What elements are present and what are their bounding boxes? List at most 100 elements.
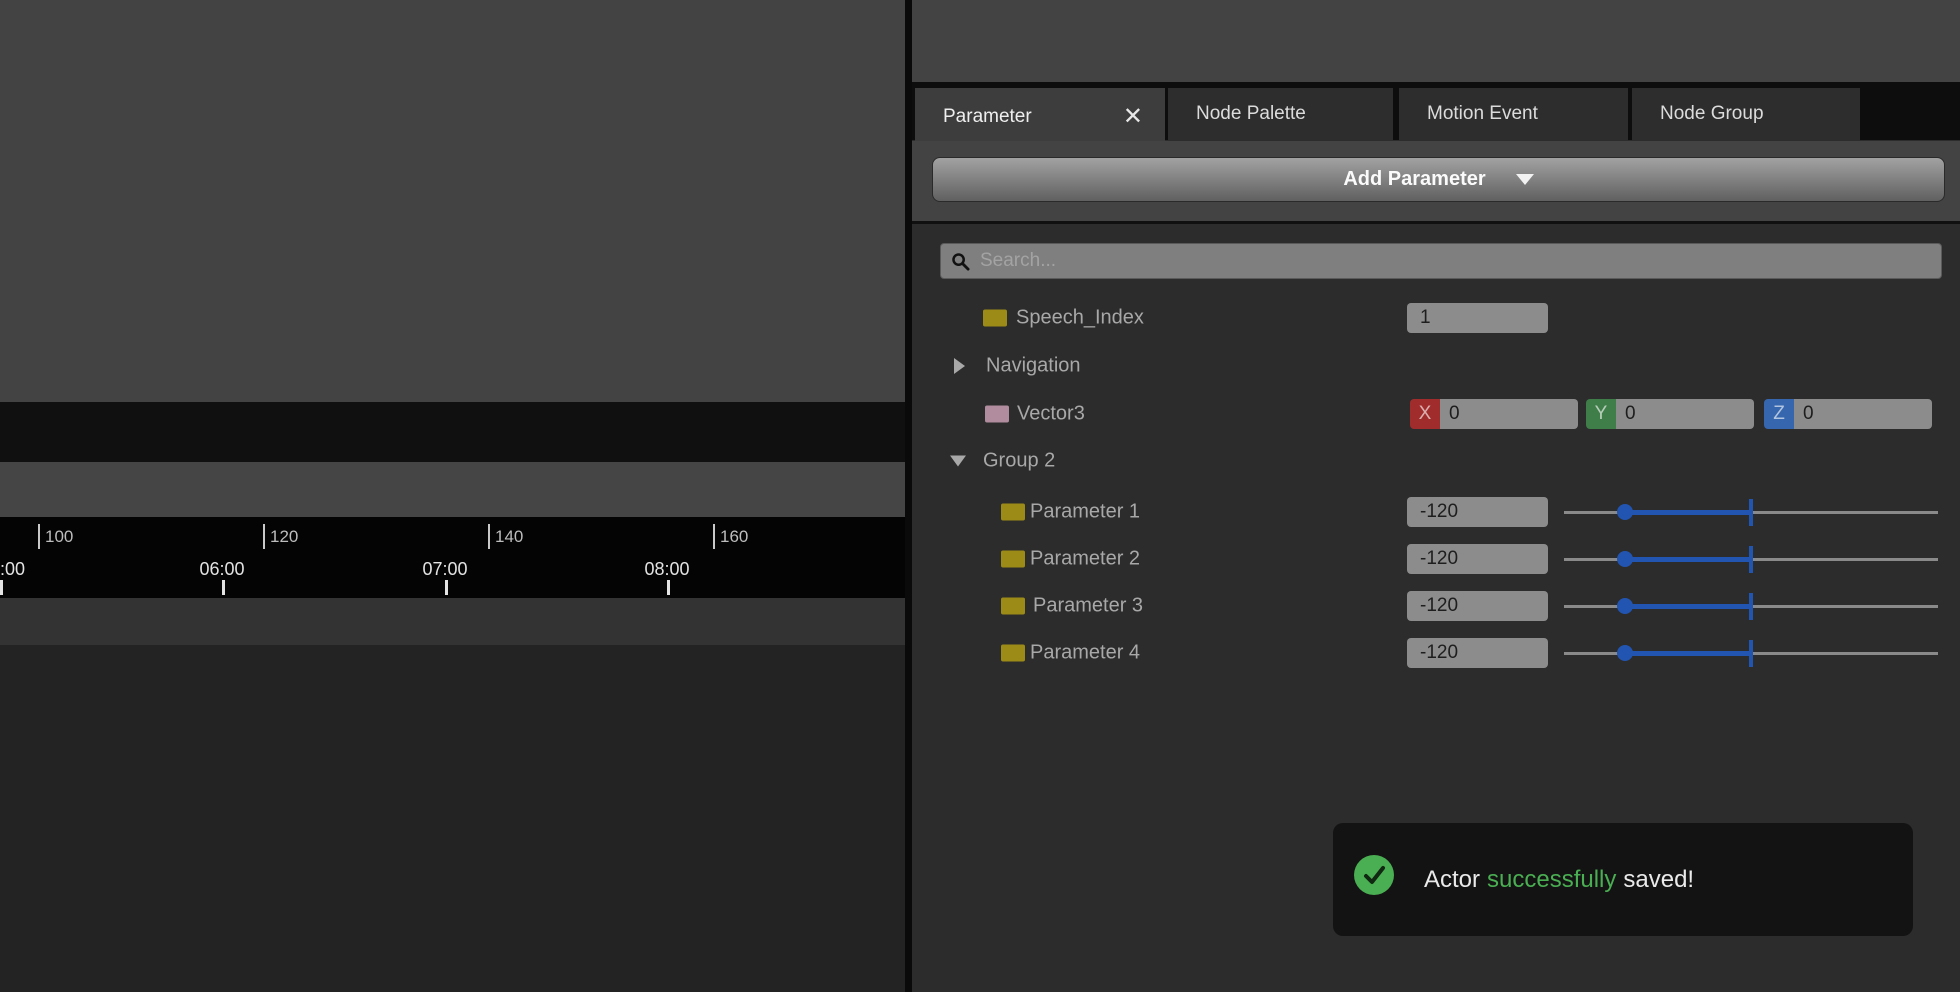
frame-tick-label: 120 bbox=[270, 528, 298, 545]
toolbar: Add Parameter bbox=[912, 141, 1960, 224]
parameter-label: Vector3 bbox=[1017, 403, 1085, 426]
parameter-label: Parameter 2 bbox=[1030, 548, 1140, 571]
tick-line bbox=[713, 524, 715, 549]
time-tick bbox=[445, 580, 448, 595]
axis-z-badge: Z bbox=[1764, 399, 1794, 429]
time-tick bbox=[0, 580, 3, 595]
tab-motion-event[interactable]: Motion Event bbox=[1399, 88, 1628, 140]
close-icon[interactable]: ✕ bbox=[1123, 105, 1143, 129]
slider-fill bbox=[1625, 651, 1751, 656]
tick-line bbox=[38, 524, 40, 549]
color-swatch bbox=[983, 310, 1007, 327]
triangle-down-icon[interactable] bbox=[950, 456, 966, 467]
group-label[interactable]: Navigation bbox=[986, 355, 1081, 378]
axis-y-field[interactable]: 0 bbox=[1616, 399, 1754, 429]
triangle-right-icon[interactable] bbox=[954, 358, 965, 374]
parameter-row: Parameter 2 -120 bbox=[912, 544, 1960, 574]
group-row: Navigation bbox=[912, 351, 1960, 381]
search-bar bbox=[940, 243, 1942, 279]
parameter-row: Parameter 4 -120 bbox=[912, 638, 1960, 668]
viewport-top-region bbox=[0, 0, 905, 402]
tick-line bbox=[263, 524, 265, 549]
value-field[interactable]: -120 bbox=[1407, 497, 1548, 527]
frame-tick-label: 100 bbox=[45, 528, 73, 545]
group-label[interactable]: Group 2 bbox=[983, 450, 1055, 473]
tab-label: Node Group bbox=[1660, 103, 1764, 125]
axis-z-field[interactable]: 0 bbox=[1794, 399, 1932, 429]
vector-axis-z: Z 0 bbox=[1764, 399, 1932, 429]
toast-suffix: saved! bbox=[1623, 866, 1694, 894]
tab-label: Parameter bbox=[943, 106, 1032, 128]
slider-default-marker bbox=[1749, 640, 1753, 667]
tab-bar: Parameter ✕ Node Palette Motion Event No… bbox=[912, 82, 1960, 140]
vector-axis-y: Y 0 bbox=[1586, 399, 1754, 429]
parameter-row: Parameter 1 -120 bbox=[912, 497, 1960, 527]
frame-tick-label: 140 bbox=[495, 528, 523, 545]
time-label: 07:00 bbox=[422, 560, 467, 578]
value-field[interactable]: -120 bbox=[1407, 638, 1548, 668]
tab-node-group[interactable]: Node Group bbox=[1632, 88, 1860, 140]
tab-parameter[interactable]: Parameter ✕ bbox=[915, 88, 1165, 146]
slider-handle[interactable] bbox=[1617, 504, 1633, 520]
parameter-row: Vector3 X 0 Y 0 Z 0 bbox=[912, 399, 1960, 429]
tab-label: Node Palette bbox=[1196, 103, 1306, 125]
vector-axis-x: X 0 bbox=[1410, 399, 1578, 429]
add-parameter-button[interactable]: Add Parameter bbox=[932, 157, 1945, 202]
toast-message: Actor successfully saved! bbox=[1424, 823, 1694, 936]
time-tick bbox=[667, 580, 670, 595]
parameter-slider[interactable] bbox=[1564, 497, 1938, 527]
success-check-icon bbox=[1354, 855, 1394, 895]
time-label: :00 bbox=[0, 560, 25, 578]
parameter-label: Parameter 4 bbox=[1030, 642, 1140, 665]
time-label: 06:00 bbox=[199, 560, 244, 578]
frame-tick: 100 bbox=[38, 523, 73, 549]
frame-tick-label: 160 bbox=[720, 528, 748, 545]
axis-y-badge: Y bbox=[1586, 399, 1616, 429]
panel-divider[interactable] bbox=[905, 0, 912, 992]
timeline-bottom-region bbox=[0, 645, 905, 992]
panel-body: Speech_Index 1 Navigation Vector3 X 0 Y … bbox=[912, 224, 1960, 992]
parameter-label: Parameter 3 bbox=[1033, 595, 1143, 618]
slider-default-marker bbox=[1749, 546, 1753, 573]
slider-handle[interactable] bbox=[1617, 598, 1633, 614]
value-field[interactable]: 1 bbox=[1407, 303, 1548, 333]
timeline-ruler[interactable]: 100 120 140 160 :00 06:00 07:00 08:00 bbox=[0, 517, 905, 598]
value-field[interactable]: -120 bbox=[1407, 544, 1548, 574]
toast-highlight: successfully bbox=[1487, 866, 1616, 894]
slider-fill bbox=[1625, 557, 1751, 562]
axis-x-badge: X bbox=[1410, 399, 1440, 429]
app-root: 100 120 140 160 :00 06:00 07:00 08:00 bbox=[0, 0, 1960, 992]
viewport-area: 100 120 140 160 :00 06:00 07:00 08:00 bbox=[0, 0, 905, 992]
search-icon bbox=[951, 252, 970, 271]
add-parameter-label: Add Parameter bbox=[1343, 168, 1485, 191]
chevron-down-icon bbox=[1516, 174, 1534, 185]
parameter-row: Speech_Index 1 bbox=[912, 303, 1960, 333]
tab-node-palette[interactable]: Node Palette bbox=[1168, 88, 1393, 140]
parameter-row: Parameter 3 -120 bbox=[912, 591, 1960, 621]
slider-fill bbox=[1625, 604, 1751, 609]
color-swatch bbox=[985, 406, 1009, 423]
slider-handle[interactable] bbox=[1617, 645, 1633, 661]
viewport-gap bbox=[0, 402, 905, 462]
frame-tick: 120 bbox=[263, 523, 298, 549]
tick-line bbox=[488, 524, 490, 549]
toast-notification: Actor successfully saved! bbox=[1333, 823, 1913, 936]
value-field[interactable]: -120 bbox=[1407, 591, 1548, 621]
color-swatch bbox=[1001, 551, 1025, 568]
axis-x-field[interactable]: 0 bbox=[1440, 399, 1578, 429]
parameter-slider[interactable] bbox=[1564, 591, 1938, 621]
color-swatch bbox=[1001, 598, 1025, 615]
timeline-lower-band bbox=[0, 598, 905, 645]
frame-tick: 140 bbox=[488, 523, 523, 549]
slider-default-marker bbox=[1749, 499, 1753, 526]
timeline-track-band[interactable] bbox=[0, 462, 905, 517]
parameter-slider[interactable] bbox=[1564, 638, 1938, 668]
time-label: 08:00 bbox=[644, 560, 689, 578]
parameter-panel: Parameter ✕ Node Palette Motion Event No… bbox=[912, 0, 1960, 992]
group-row: Group 2 bbox=[912, 446, 1960, 476]
slider-handle[interactable] bbox=[1617, 551, 1633, 567]
toast-prefix: Actor bbox=[1424, 866, 1480, 894]
parameter-slider[interactable] bbox=[1564, 544, 1938, 574]
search-input[interactable] bbox=[978, 249, 1931, 273]
parameter-label: Speech_Index bbox=[1016, 307, 1144, 330]
